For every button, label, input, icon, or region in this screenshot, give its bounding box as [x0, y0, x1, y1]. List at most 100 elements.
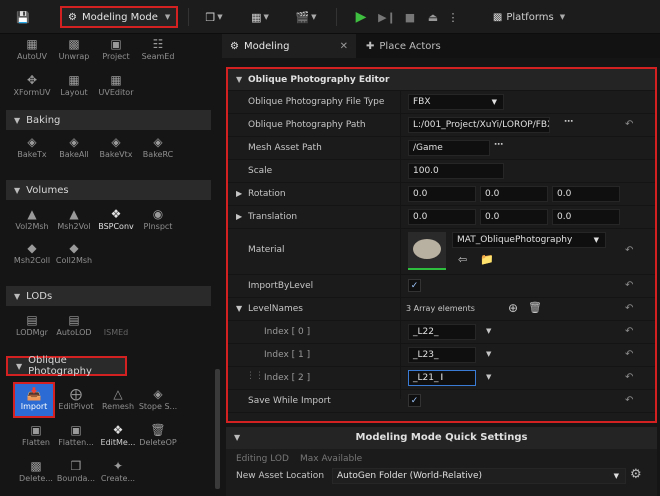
add-element-icon[interactable]: ⊕ [508, 301, 518, 315]
bake-icon: ◈ [69, 135, 79, 149]
tool-lodmgr[interactable]: ▤ LODMgr [10, 312, 54, 337]
row-scale: Scale 100.0 [228, 160, 655, 183]
tool-boundary[interactable]: ❒ Bounda... [54, 458, 98, 483]
reset-icon[interactable]: ↶ [625, 245, 633, 256]
index-1-input[interactable]: _L23_ [408, 347, 476, 363]
modeling-mode-dropdown[interactable]: ⚙ Modeling Mode ▼ [60, 6, 178, 28]
eject-icon[interactable]: ⏏ [422, 6, 444, 28]
reset-icon[interactable]: ↶ [625, 372, 633, 383]
browse-icon[interactable]: ⋯ [564, 117, 573, 127]
add-content-button[interactable]: ❒ ▼ [196, 6, 232, 28]
tool-import[interactable]: 📥 Import [13, 382, 55, 418]
tool-remesh[interactable]: △ Remesh [96, 386, 140, 411]
save-while-import-checkbox[interactable]: ✓ [408, 394, 421, 407]
tool-editpivot[interactable]: ⨁ EditPivot [54, 386, 98, 411]
tool-stope[interactable]: ◈ Stope S... [136, 386, 180, 411]
tool-bakevtx[interactable]: ◈ BakeVtx [94, 134, 138, 159]
material-select[interactable]: MAT_ObliquePhotography ▼ [452, 232, 606, 248]
tool-create[interactable]: ✦ Create... [96, 458, 140, 483]
section-baking[interactable]: ▼ Baking [6, 110, 211, 130]
drag-handle-icon[interactable]: ⋮⋮ [246, 371, 264, 381]
collapse-icon: ▼ [14, 185, 21, 195]
save-icon[interactable]: 💾 [10, 6, 36, 28]
create-icon: ✦ [112, 459, 124, 473]
tool-project[interactable]: ▣ Project [94, 36, 138, 61]
rotation-z[interactable]: 0.0 [552, 186, 620, 202]
tool-baketx[interactable]: ◈ BakeTx [10, 134, 54, 159]
tool-bakeall[interactable]: ◈ BakeAll [52, 134, 96, 159]
chevron-down-icon[interactable]: ▼ [486, 327, 491, 335]
more-options-icon[interactable]: ⋮ [446, 6, 460, 28]
file-type-select[interactable]: FBX ▼ [408, 94, 504, 110]
step-icon[interactable]: ▶❙ [376, 6, 398, 28]
scale-input[interactable]: 100.0 [408, 163, 504, 179]
chevron-down-icon[interactable]: ▼ [486, 350, 491, 358]
tool-seamed[interactable]: ☷ SeamEd [136, 36, 180, 61]
index-0-input[interactable]: _L22_ [408, 324, 476, 340]
browse-folder-icon[interactable]: 📁 [480, 253, 494, 266]
gear-icon[interactable]: ⚙ [630, 467, 642, 482]
tool-autolod[interactable]: ▤ AutoLOD [52, 312, 96, 337]
tool-layout[interactable]: ▦ Layout [52, 72, 96, 97]
tool-plnspct[interactable]: ◉ Plnspct [136, 206, 180, 231]
tool-vol2msh[interactable]: ▲ Vol2Msh [10, 206, 54, 231]
tool-bspconv[interactable]: ❖ BSPConv [94, 206, 138, 231]
palette-scroll: ▦ AutoUV ▩ Unwrap ▣ Project ☷ SeamEd ✥ XFormU… [0, 34, 221, 496]
index-2-input[interactable]: _L21_ I [408, 370, 476, 386]
tab-modeling[interactable]: ⚙ Modeling ✕ [222, 34, 356, 58]
quick-settings-header[interactable]: ▼ Modeling Mode Quick Settings [226, 427, 657, 449]
mesh-path-input[interactable]: /Game [408, 140, 490, 156]
reset-icon[interactable]: ↶ [625, 280, 633, 291]
import-by-level-checkbox[interactable]: ✓ [408, 279, 421, 292]
close-icon[interactable]: ✕ [340, 41, 348, 52]
tool-uveditor[interactable]: ▦ UVEditor [94, 72, 138, 97]
expand-icon[interactable]: ▶ [236, 212, 242, 221]
translation-y[interactable]: 0.0 [480, 209, 548, 225]
tool-editmesh[interactable]: ❖ EditMe... [96, 422, 140, 447]
reset-icon[interactable]: ↶ [625, 119, 633, 130]
reset-icon[interactable]: ↶ [625, 349, 633, 360]
section-oblique-photography[interactable]: ▼ Oblique Photography [6, 355, 127, 377]
path-input[interactable]: L:/001_Project/XuYi/LOROP/FBX [408, 117, 550, 133]
palette-scrollbar[interactable] [215, 369, 220, 489]
reset-icon[interactable]: ↶ [625, 395, 633, 406]
category-header[interactable]: ▼ Oblique Photography Editor [228, 69, 655, 91]
tool-xformuv[interactable]: ✥ XFormUV [10, 72, 54, 97]
section-volumes[interactable]: ▼ Volumes [6, 180, 211, 200]
editing-lod-value[interactable]: Max Available [300, 454, 362, 464]
tool-deleteop[interactable]: 🗑 DeleteOP [136, 422, 180, 447]
row-path: Oblique Photography Path L:/001_Project/… [228, 114, 655, 137]
translation-z[interactable]: 0.0 [552, 209, 620, 225]
rotation-x[interactable]: 0.0 [408, 186, 476, 202]
tool-coll2msh[interactable]: ◆ Coll2Msh [52, 240, 96, 265]
tool-delete[interactable]: ▩ Delete... [14, 458, 58, 483]
tool-unwrap[interactable]: ▩ Unwrap [52, 36, 96, 61]
collapse-icon[interactable]: ▼ [236, 304, 242, 313]
play-icon[interactable]: ▶ [350, 6, 372, 28]
trash-icon[interactable]: 🗑 [528, 301, 542, 314]
section-lods[interactable]: ▼ LODs [6, 286, 211, 306]
tool-autouv[interactable]: ▦ AutoUV [10, 36, 54, 61]
tool-flatten-2[interactable]: ▣ Flatten... [54, 422, 98, 447]
use-selected-icon[interactable]: ⇦ [458, 253, 467, 266]
blueprint-button[interactable]: ▦ ▼ [242, 6, 278, 28]
cinematics-button[interactable]: 🎬 ▼ [288, 6, 324, 28]
translation-x[interactable]: 0.0 [408, 209, 476, 225]
material-thumbnail[interactable] [408, 232, 446, 270]
browse-icon[interactable]: ⋯ [494, 140, 503, 150]
reset-icon[interactable]: ↶ [625, 303, 633, 314]
tool-ismed[interactable]: ISMEd [94, 312, 138, 337]
flatten-icon: ▣ [70, 423, 82, 437]
tool-bakerc[interactable]: ◈ BakeRC [136, 134, 180, 159]
rotation-y[interactable]: 0.0 [480, 186, 548, 202]
tool-msh2coll[interactable]: ◆ Msh2Coll [10, 240, 54, 265]
tab-place-actors[interactable]: ✚ Place Actors [358, 34, 478, 58]
tool-flatten[interactable]: ▣ Flatten [14, 422, 58, 447]
tool-msh2vol[interactable]: ▲ Msh2Vol [52, 206, 96, 231]
platforms-dropdown[interactable]: ▩ Platforms ▼ [486, 6, 572, 28]
stop-icon[interactable]: ■ [400, 6, 420, 28]
expand-icon[interactable]: ▶ [236, 189, 242, 198]
asset-location-select[interactable]: AutoGen Folder (World-Relative) ▼ [332, 468, 626, 484]
chevron-down-icon[interactable]: ▼ [486, 373, 491, 381]
reset-icon[interactable]: ↶ [625, 326, 633, 337]
